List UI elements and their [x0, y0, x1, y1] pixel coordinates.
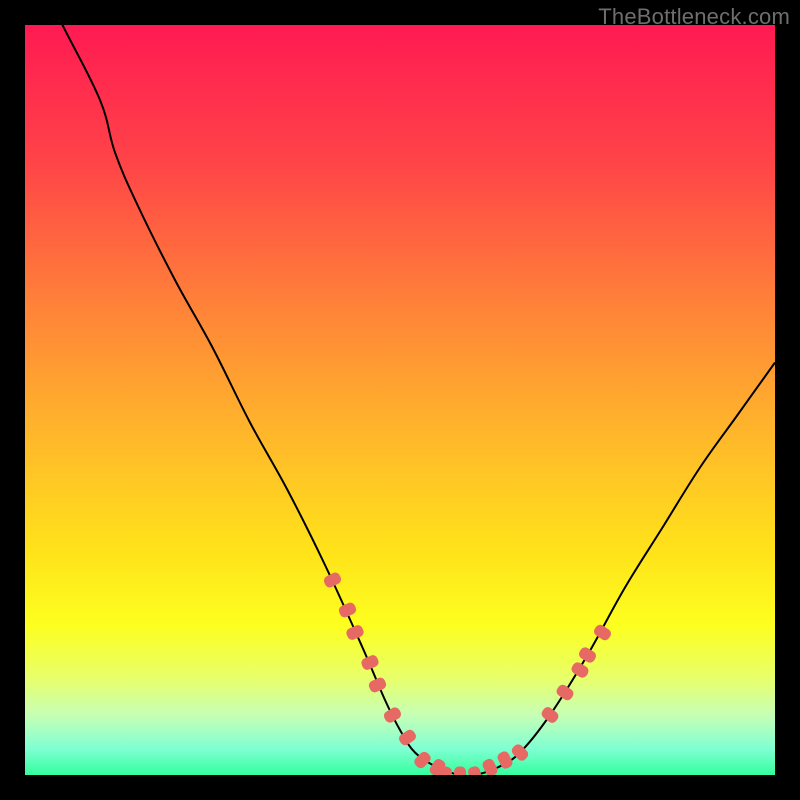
highlight-marker: [592, 623, 613, 642]
highlight-marker: [454, 767, 466, 776]
chart-frame: TheBottleneck.com: [0, 0, 800, 800]
highlight-marker: [322, 571, 343, 589]
highlight-marker: [360, 654, 380, 672]
plot-area: [25, 25, 775, 775]
highlight-marker: [345, 624, 365, 642]
highlight-marker: [577, 645, 598, 664]
highlight-marker: [467, 765, 483, 775]
highlight-marker: [367, 676, 387, 694]
highlight-marker: [555, 683, 576, 702]
highlight-marker: [382, 706, 403, 725]
watermark-text: TheBottleneck.com: [598, 4, 790, 30]
highlight-marker: [540, 705, 561, 725]
curve-layer: [25, 25, 775, 775]
highlight-marker: [337, 601, 357, 619]
bottleneck-curve: [25, 25, 775, 775]
highlight-markers: [322, 571, 613, 775]
highlight-marker: [570, 660, 591, 679]
